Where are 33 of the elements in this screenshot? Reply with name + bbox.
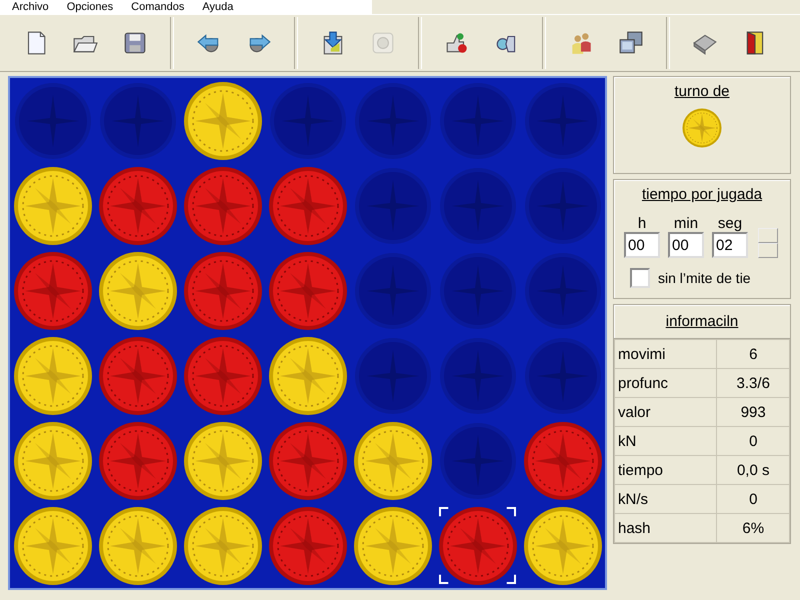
field-label: seg (718, 215, 742, 232)
table-cell: hash (614, 514, 717, 542)
table-cell: valor (614, 398, 717, 426)
checkbox-label: sin l’mite de tie (658, 270, 751, 286)
panel-title: informaciln (614, 305, 790, 339)
time-field[interactable]: 00 (624, 232, 660, 258)
table-cell: 3.3/6 (716, 368, 790, 398)
monitors-icon (618, 30, 644, 56)
menu-item[interactable]: Archivo (12, 0, 49, 14)
table-cell: 0 (716, 426, 790, 456)
panel-title: turno de (674, 83, 730, 100)
menu-item[interactable]: Opciones (66, 0, 114, 14)
table-cell: 6 (716, 340, 790, 368)
table-cell: movimi (614, 340, 717, 368)
checkbox[interactable] (630, 268, 650, 288)
table-cell: 6% (716, 514, 790, 542)
table-cell: 0,0 s (716, 456, 790, 484)
field-label: min (674, 215, 698, 232)
table-cell: profunc (614, 368, 717, 398)
time-field[interactable]: 00 (668, 232, 704, 258)
table-cell: kN/s (614, 484, 717, 514)
table-cell: kN (614, 426, 717, 456)
menu-item[interactable]: Comandos (131, 0, 184, 14)
field-label: h (638, 215, 646, 232)
save-icon (122, 30, 148, 56)
time-field[interactable]: 02 (712, 232, 748, 258)
menu-item[interactable]: Ayuda (202, 0, 234, 14)
spin-button[interactable] (758, 228, 778, 258)
stop-icon (370, 30, 396, 56)
panel-title: tiempo por jugada (640, 186, 764, 203)
table-cell: tiempo (614, 456, 717, 484)
table-cell: 0 (716, 484, 790, 514)
table-cell: 993 (716, 398, 790, 426)
